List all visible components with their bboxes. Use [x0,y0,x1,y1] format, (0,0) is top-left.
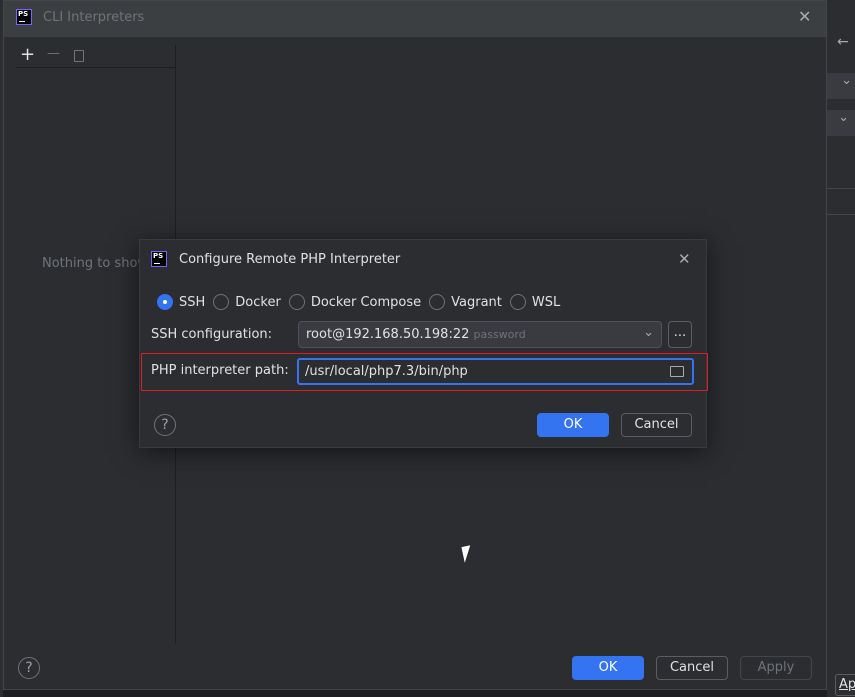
phpstorm-logo-icon: PS [151,251,167,267]
back-arrow-icon[interactable]: ← [837,34,849,50]
ok-button[interactable]: OK [537,413,609,437]
cancel-button[interactable]: Cancel [621,413,692,437]
title-bar: PS CLI Interpreters ✕ [4,1,826,37]
background-apply-button[interactable]: Ap [835,674,855,696]
radio-wsl[interactable]: WSL [509,294,560,310]
ide-background-right: ← ⌄ ⌄ Ap [827,0,855,697]
add-icon[interactable]: + [20,45,35,65]
radio-indicator[interactable] [429,294,446,310]
radio-indicator[interactable] [509,294,526,310]
radio-vagrant[interactable]: Vagrant [429,294,502,310]
ssh-config-value: root@192.168.50.198:22 [306,327,470,342]
phpstorm-logo-icon: PS [16,9,32,25]
remove-icon[interactable]: — [47,46,60,61]
interpreter-path-input[interactable]: /usr/local/php7.3/bin/php [297,358,694,385]
ssh-config-dropdown[interactable]: root@192.168.50.198:22 password ⌄ [298,321,662,348]
radio-indicator[interactable] [213,294,230,310]
radio-docker[interactable]: Docker [213,294,281,310]
empty-list-text: Nothing to show [42,256,142,271]
radio-indicator[interactable] [157,294,173,310]
dropdown-2[interactable]: ⌄ [827,110,855,136]
configure-remote-interpreter-dialog: PS Configure Remote PHP Interpreter ✕ SS… [139,239,708,448]
ssh-config-label: SSH configuration: [151,327,273,342]
dialog-title: CLI Interpreters [43,10,145,25]
help-button[interactable]: ? [18,657,40,679]
ssh-auth-hint: password [473,328,526,341]
radio-indicator[interactable] [288,294,305,310]
path-label: PHP interpreter path: [151,363,289,378]
copy-icon[interactable] [74,50,84,62]
dialog-title: Configure Remote PHP Interpreter [179,252,401,267]
dropdown-1[interactable]: ⌄ [827,73,855,99]
connection-type-radio-group: SSH Docker Docker Compose Vagrant WSL [157,294,568,310]
radio-docker-compose[interactable]: Docker Compose [288,294,421,310]
interpreter-path-value: /usr/local/php7.3/bin/php [305,364,468,379]
chevron-down-icon: ⌄ [643,325,654,340]
radio-ssh[interactable]: SSH [157,294,205,310]
ok-button[interactable]: OK [572,656,644,680]
help-button[interactable]: ? [154,414,176,436]
cancel-button[interactable]: Cancel [656,656,728,680]
folder-icon[interactable] [670,366,684,377]
apply-button[interactable]: Apply [740,656,812,680]
close-icon[interactable]: ✕ [678,250,691,268]
ssh-config-browse-button[interactable]: ... [668,321,692,348]
close-icon[interactable]: ✕ [798,7,811,26]
